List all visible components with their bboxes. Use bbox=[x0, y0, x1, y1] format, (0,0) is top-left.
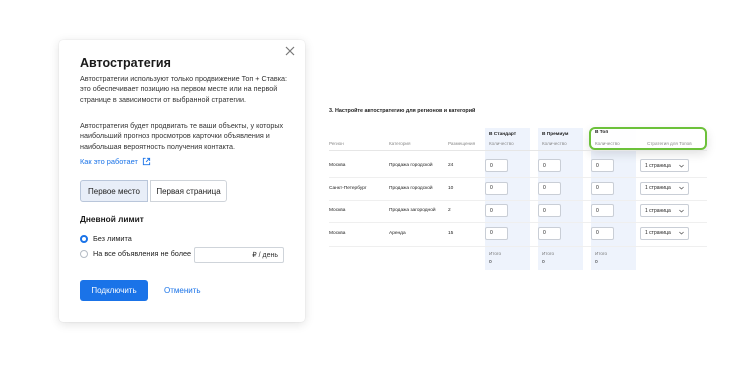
premium-quantity-input[interactable]: 0 bbox=[538, 181, 561, 195]
top-strategy-select[interactable]: 1 страница bbox=[640, 204, 689, 217]
premium-quantity-input[interactable]: 0 bbox=[538, 204, 561, 217]
top-strategy-value: 1 страница bbox=[645, 207, 671, 214]
total-premium-label: Итого bbox=[542, 251, 555, 256]
header-premium-qty: Количество bbox=[542, 141, 567, 146]
top-strategy-value: 1 страница bbox=[645, 162, 671, 169]
row-category: Аренда bbox=[389, 230, 406, 236]
segment-first-page[interactable]: Первая страница bbox=[150, 180, 227, 202]
premium-quantity-input[interactable]: 0 bbox=[538, 159, 561, 172]
header-divider bbox=[329, 150, 707, 151]
total-standard-label: Итого bbox=[489, 251, 502, 256]
row-placements: 10 bbox=[448, 185, 454, 191]
row-category: Продажа загородной bbox=[389, 208, 436, 213]
header-top-qty: Количество bbox=[595, 141, 620, 146]
standard-quantity-input[interactable]: 0 bbox=[485, 204, 508, 217]
header-standard-qty: Количество bbox=[489, 141, 514, 146]
chevron-down-icon bbox=[679, 186, 684, 190]
header-top-strategy: Стратегия для Топов bbox=[647, 141, 692, 146]
connect-button[interactable]: Подключить bbox=[80, 280, 148, 301]
top-quantity-input[interactable]: 0 bbox=[591, 204, 614, 217]
top-strategy-value: 1 страница bbox=[645, 230, 671, 236]
premium-quantity-input[interactable]: 0 bbox=[538, 226, 561, 240]
row-divider bbox=[329, 199, 707, 201]
header-standard: В Стандарт bbox=[489, 132, 517, 137]
total-top-label: Итого bbox=[595, 251, 608, 256]
top-strategy-select[interactable]: 1 страница bbox=[640, 181, 689, 195]
top-quantity-input[interactable]: 0 bbox=[591, 181, 614, 195]
radio-unlimited[interactable] bbox=[80, 234, 88, 243]
header-top: В Топ bbox=[595, 130, 609, 135]
row-divider bbox=[329, 177, 707, 178]
header-placements: Размещения bbox=[448, 141, 476, 146]
total-premium-value: 0 bbox=[542, 260, 545, 265]
radio-unlimited-option[interactable]: Без лимита bbox=[80, 234, 132, 243]
row-region: Санкт-Петербург bbox=[329, 185, 367, 191]
how-it-works-link[interactable]: Как это работает bbox=[80, 157, 151, 166]
row-region: Москва bbox=[329, 208, 346, 213]
total-standard-value: 0 bbox=[489, 260, 492, 265]
close-icon[interactable] bbox=[284, 45, 296, 57]
standard-quantity-input[interactable]: 0 bbox=[485, 226, 508, 240]
modal-title: Автостратегия bbox=[80, 56, 171, 70]
how-it-works-label: Как это работает bbox=[80, 157, 138, 166]
top-strategy-select[interactable]: 1 страница bbox=[640, 159, 689, 172]
daily-limit-input[interactable]: ₽ / день bbox=[194, 247, 284, 263]
totals-divider bbox=[329, 246, 707, 247]
radio-per-ad-option[interactable]: На все объявления не более bbox=[80, 249, 191, 258]
row-category: Продажа городской bbox=[389, 163, 433, 168]
row-region: Москва bbox=[329, 230, 346, 236]
strategy-segmented-control: Первое место Первая страница bbox=[80, 180, 227, 202]
header-premium: В Премиум bbox=[542, 132, 569, 137]
row-divider bbox=[329, 222, 707, 223]
cancel-button[interactable]: Отменить bbox=[164, 280, 201, 301]
autostrategy-modal: Автостратегия Автостратегии используют т… bbox=[59, 40, 305, 322]
daily-limit-title: Дневной лимит bbox=[80, 214, 144, 224]
total-top-value: 0 bbox=[595, 260, 598, 265]
row-placements: 15 bbox=[448, 230, 454, 236]
radio-per-ad[interactable] bbox=[80, 249, 88, 258]
top-quantity-input[interactable]: 0 bbox=[591, 226, 614, 240]
header-region: Регион bbox=[329, 141, 344, 146]
top-strategy-select[interactable]: 1 страница bbox=[640, 226, 689, 240]
chevron-down-icon bbox=[679, 164, 684, 168]
external-link-icon bbox=[142, 157, 150, 166]
modal-description-2: Автостратегия будет продвигать те ваши о… bbox=[80, 121, 284, 151]
standard-quantity-input[interactable]: 0 bbox=[485, 181, 508, 195]
chevron-down-icon bbox=[679, 231, 684, 235]
radio-per-ad-label: На все объявления не более bbox=[93, 249, 192, 258]
radio-unlimited-label: Без лимита bbox=[93, 234, 132, 243]
row-category: Продажа городской bbox=[389, 185, 433, 191]
row-placements: 2 bbox=[448, 208, 451, 213]
top-quantity-input[interactable]: 0 bbox=[591, 159, 614, 172]
header-category: Категория bbox=[389, 141, 411, 146]
row-region: Москва bbox=[329, 163, 346, 168]
row-placements: 24 bbox=[448, 163, 454, 168]
table-title: 3. Настройте автостратегию для регионов … bbox=[329, 108, 476, 114]
segment-first-place[interactable]: Первое место bbox=[80, 180, 148, 202]
top-strategy-value: 1 страница bbox=[645, 185, 671, 191]
chevron-down-icon bbox=[679, 209, 684, 213]
modal-description-1: Автостратегии используют только продвиже… bbox=[80, 74, 288, 104]
limit-suffix: ₽ / день bbox=[252, 252, 278, 259]
standard-quantity-input[interactable]: 0 bbox=[485, 159, 508, 172]
